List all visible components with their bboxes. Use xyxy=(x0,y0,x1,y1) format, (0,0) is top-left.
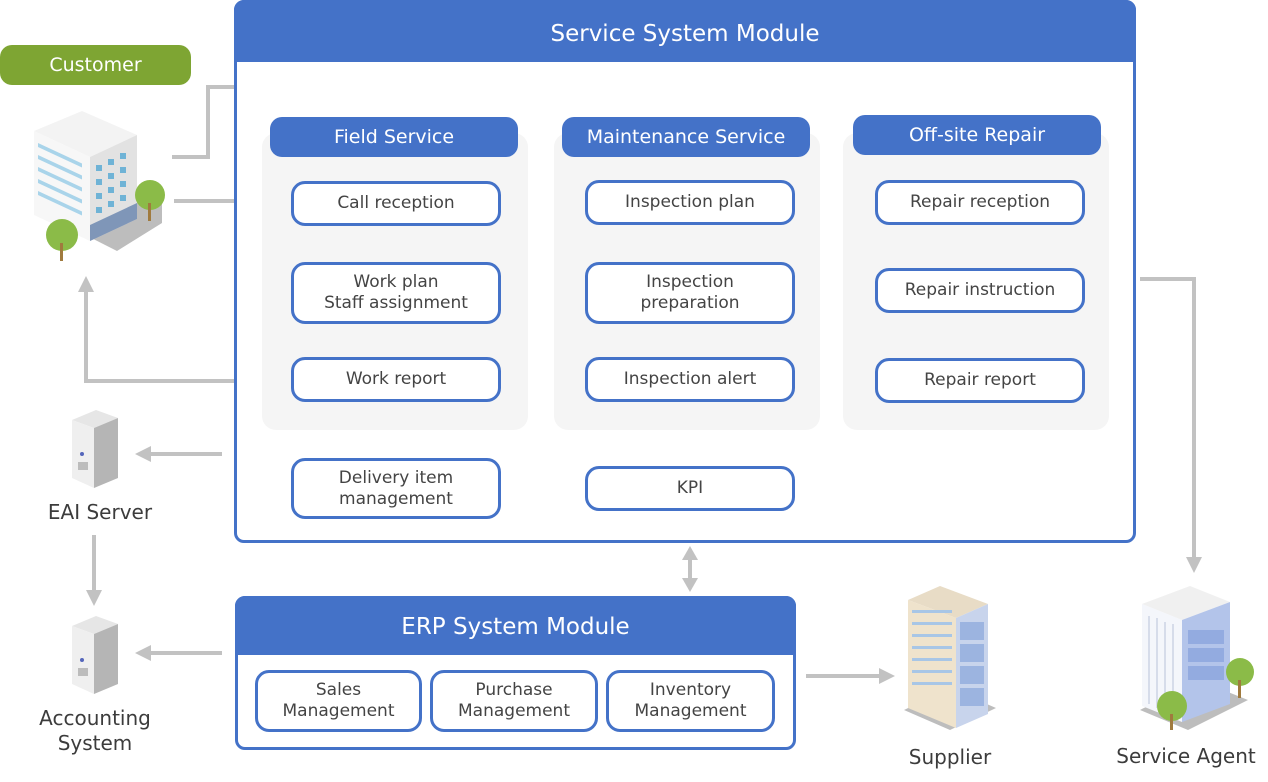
node-kpi[interactable]: KPI xyxy=(585,466,795,511)
offsite-repair-title: Off-site Repair xyxy=(853,115,1101,155)
node-call-reception[interactable]: Call reception xyxy=(291,181,501,226)
server-icon xyxy=(72,616,118,694)
node-label: preparation xyxy=(640,293,740,313)
label-line: System xyxy=(57,731,133,755)
node-purchase-management[interactable]: Purchase Management xyxy=(430,670,598,732)
erp-module-title: ERP System Module xyxy=(235,596,796,655)
node-inspection-preparation[interactable]: Inspection preparation xyxy=(585,262,795,324)
office-building-icon xyxy=(34,111,165,261)
node-sales-management[interactable]: Sales Management xyxy=(255,670,422,732)
server-icon xyxy=(72,410,118,488)
arrowhead xyxy=(682,578,698,592)
node-label: Sales xyxy=(315,680,362,700)
node-work-plan-staff-assignment[interactable]: Work plan Staff assignment xyxy=(291,262,501,324)
node-inventory-management[interactable]: Inventory Management xyxy=(606,670,775,732)
office-building-icon xyxy=(1140,586,1254,730)
node-label: Inspection plan xyxy=(625,192,755,212)
node-inspection-plan[interactable]: Inspection plan xyxy=(585,180,795,225)
node-label: Management xyxy=(634,701,747,721)
maintenance-service-title: Maintenance Service xyxy=(562,117,810,157)
node-label: Delivery item xyxy=(338,467,454,488)
node-label: Management xyxy=(282,701,395,721)
node-label: KPI xyxy=(676,478,704,498)
arrowhead xyxy=(879,668,895,684)
node-delivery-item-management[interactable]: Delivery item management xyxy=(291,458,501,519)
node-label: Repair reception xyxy=(909,192,1051,212)
arrowhead xyxy=(78,276,94,292)
node-label: Repair instruction xyxy=(904,280,1056,300)
node-repair-report[interactable]: Repair report xyxy=(875,358,1085,403)
node-label: Staff assignment xyxy=(324,293,468,313)
supplier-label: Supplier xyxy=(908,745,992,769)
node-repair-instruction[interactable]: Repair instruction xyxy=(875,268,1085,313)
office-building-icon xyxy=(904,586,996,730)
node-inspection-alert[interactable]: Inspection alert xyxy=(585,357,795,402)
accounting-system-label: Accounting System xyxy=(20,706,170,756)
arrowhead xyxy=(135,645,151,661)
connector-service-to-agent xyxy=(1140,277,1196,558)
node-label: Inspection alert xyxy=(623,369,757,389)
field-service-title: Field Service xyxy=(270,117,518,157)
arrowhead xyxy=(135,446,151,462)
eai-server-label: EAI Server xyxy=(47,500,153,524)
node-label: Inventory xyxy=(649,680,732,700)
label-line: Accounting xyxy=(39,706,151,730)
arrowhead xyxy=(682,546,698,560)
node-label: Inspection xyxy=(646,272,734,292)
node-repair-reception[interactable]: Repair reception xyxy=(875,180,1085,225)
arrowhead xyxy=(1186,557,1202,573)
node-label: Management xyxy=(458,701,570,721)
node-work-report[interactable]: Work report xyxy=(291,357,501,402)
service-module-title: Service System Module xyxy=(234,0,1136,62)
customer-label: Customer xyxy=(0,45,191,85)
node-label: Call reception xyxy=(337,193,455,213)
service-agent-label: Service Agent xyxy=(1116,744,1256,768)
node-label: Repair report xyxy=(924,370,1036,390)
node-label: Work plan xyxy=(353,272,439,292)
node-label: Purchase xyxy=(475,680,553,700)
arrowhead xyxy=(86,590,102,606)
node-label: Work report xyxy=(345,369,447,389)
node-label: management xyxy=(339,488,453,509)
